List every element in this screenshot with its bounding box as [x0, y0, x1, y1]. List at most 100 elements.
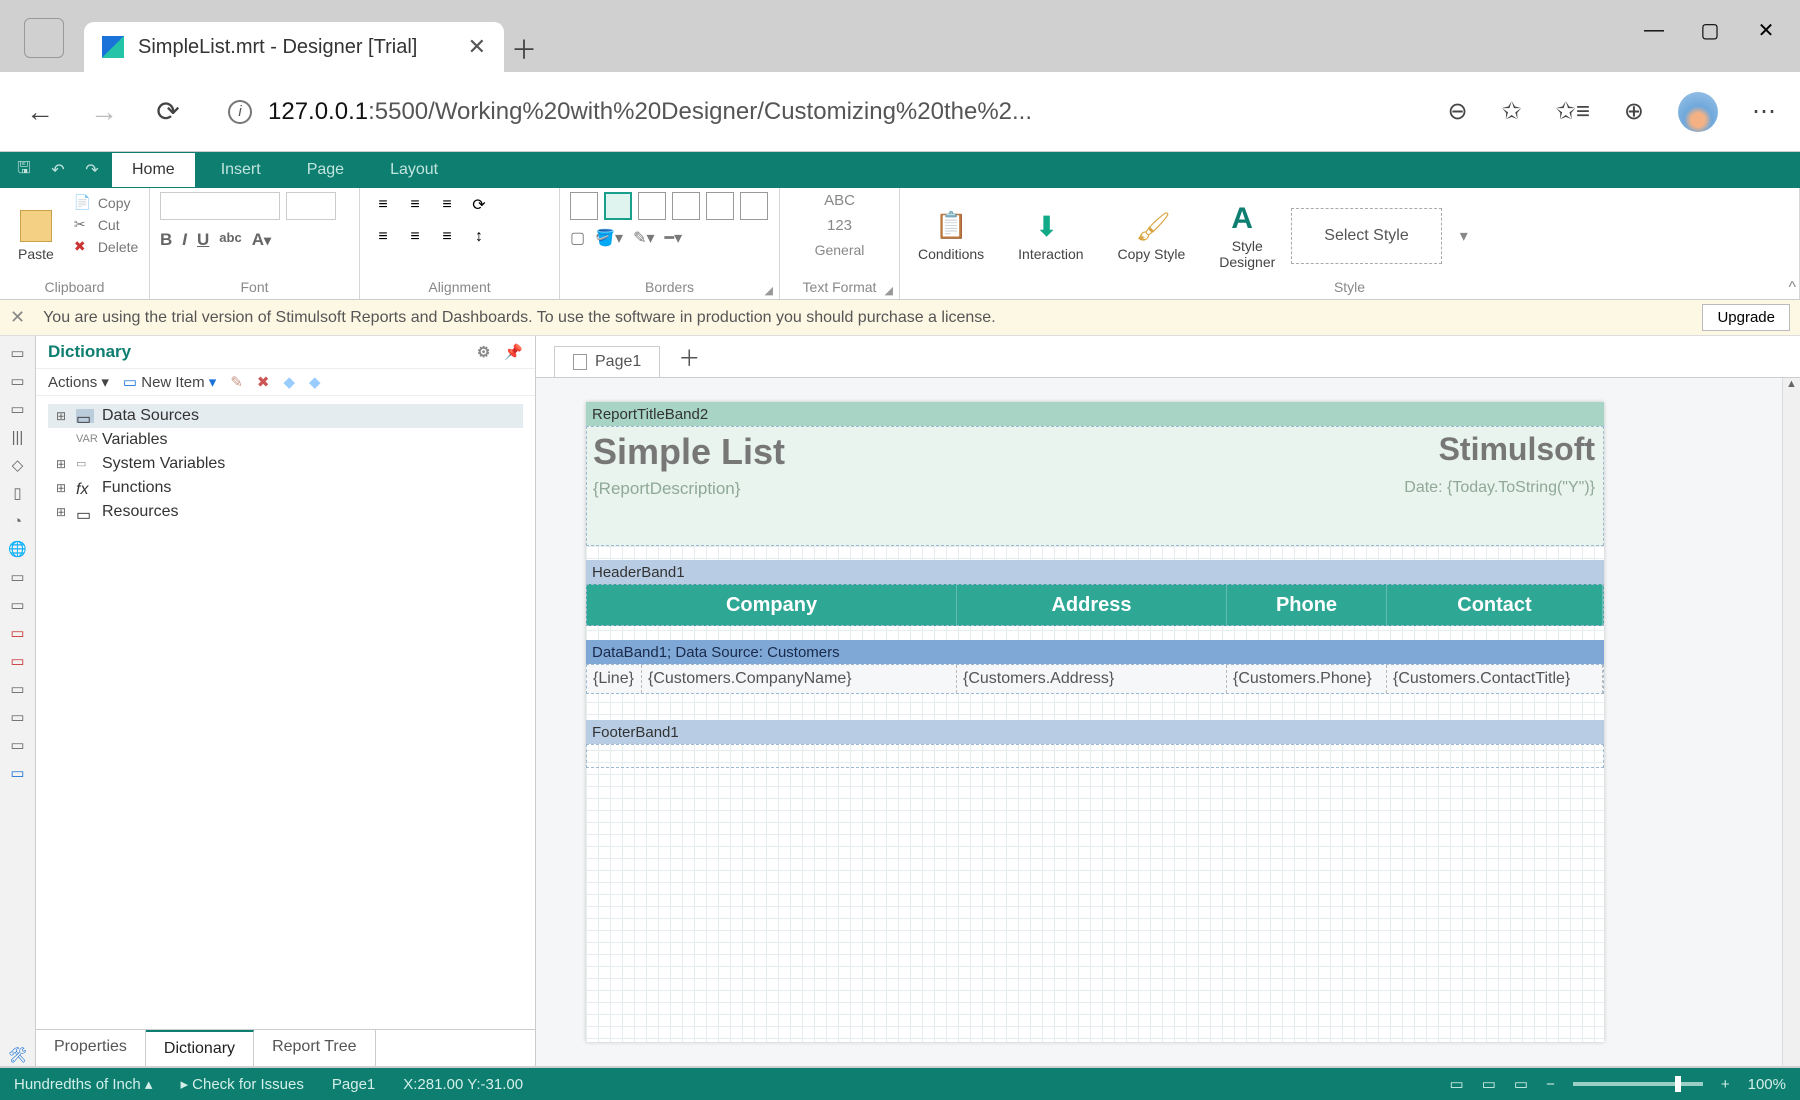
report-date-text[interactable]: Date: {Today.ToString("Y")} [1404, 479, 1595, 497]
border-color-button[interactable]: ✎▾ [633, 228, 654, 248]
toolbox-barcode-icon[interactable]: ||| [7, 426, 29, 448]
toolbox-pointer-icon[interactable]: ▭ [7, 342, 29, 364]
italic-button[interactable]: I [182, 230, 187, 250]
borders-launcher-icon[interactable]: ◢ [765, 284, 773, 297]
tab-properties[interactable]: Properties [36, 1030, 146, 1066]
data-band-label[interactable]: DataBand1; Data Source: Customers [586, 640, 1604, 664]
delete-item-icon[interactable]: ✖ [257, 373, 270, 391]
cut-button[interactable]: ✂Cut [70, 214, 142, 236]
browser-tab[interactable]: SimpleList.mrt - Designer [Trial] ✕ [84, 22, 504, 72]
status-icon-1[interactable]: ▭ [1450, 1075, 1464, 1093]
text-format-general[interactable]: General [815, 242, 865, 258]
maximize-icon[interactable]: ▢ [1696, 16, 1724, 44]
zoom-in-button[interactable]: + [1721, 1076, 1730, 1093]
header-address[interactable]: Address [957, 585, 1227, 625]
address-bar[interactable]: i 127.0.0.1:5500/Working%20with%20Design… [216, 98, 1416, 126]
strike-button[interactable]: abc [219, 230, 241, 250]
report-title-band-label[interactable]: ReportTitleBand2 [586, 402, 1604, 426]
toolbox-text-icon[interactable]: ▭ [7, 370, 29, 392]
close-banner-icon[interactable]: ✕ [10, 307, 25, 328]
border-grid[interactable] [570, 192, 769, 220]
back-button[interactable]: ← [24, 96, 56, 128]
status-icon-2[interactable]: ▭ [1482, 1075, 1496, 1093]
add-page-button[interactable]: ＋ [666, 337, 712, 377]
report-title-band[interactable]: Simple List Stimulsoft {ReportDescriptio… [586, 426, 1604, 546]
delete-button[interactable]: ✖Delete [70, 236, 142, 258]
dict-pin-icon[interactable]: 📌 [504, 343, 523, 361]
cell-address[interactable]: {Customers.Address} [957, 665, 1227, 693]
footer-band-label[interactable]: FooterBand1 [586, 720, 1604, 744]
zoom-slider[interactable] [1573, 1082, 1703, 1086]
header-phone[interactable]: Phone [1227, 585, 1387, 625]
check-issues-button[interactable]: ▸ Check for Issues [180, 1075, 303, 1093]
minimize-icon[interactable]: — [1640, 16, 1668, 44]
edit-icon[interactable]: ✎ [230, 373, 243, 391]
actions-dropdown[interactable]: Actions ▾ [48, 373, 109, 391]
tab-overview-button[interactable] [24, 18, 64, 58]
interaction-button[interactable]: ⬇Interaction [1010, 198, 1091, 274]
cell-line[interactable]: {Line} [587, 665, 642, 693]
tree-system-variables[interactable]: ⊞▭System Variables [48, 452, 523, 476]
close-window-icon[interactable]: ✕ [1752, 16, 1780, 44]
toolbox-zip-icon[interactable]: ▭ [7, 678, 29, 700]
new-item-dropdown[interactable]: ▭ New Item ▾ [123, 373, 216, 391]
toolbox-checkbox-icon[interactable]: ▭ [7, 622, 29, 644]
move-up-icon[interactable]: ◆ [283, 373, 295, 391]
page-tab-1[interactable]: Page1 [554, 346, 660, 377]
bold-button[interactable]: B [160, 230, 172, 250]
tree-resources[interactable]: ⊞▭Resources [48, 500, 523, 524]
header-contact[interactable]: Contact [1387, 585, 1603, 625]
data-band[interactable]: {Line} {Customers.CompanyName} {Customer… [586, 664, 1604, 694]
more-icon[interactable]: ⋯ [1752, 97, 1776, 126]
toolbox-image-icon[interactable]: ▭ [7, 398, 29, 420]
toolbox-subreport-icon[interactable]: ▭ [7, 650, 29, 672]
tree-variables[interactable]: VARVariables [48, 428, 523, 452]
paste-button[interactable]: Paste [10, 192, 62, 279]
tab-dictionary[interactable]: Dictionary [146, 1030, 254, 1066]
border-none-button[interactable]: ▢ [570, 228, 585, 248]
toolbox-table-icon[interactable]: ▭ [7, 706, 29, 728]
cell-contact[interactable]: {Customers.ContactTitle} [1387, 665, 1603, 693]
move-down-icon[interactable]: ◆ [309, 373, 321, 391]
toolbox-map-icon[interactable]: 🌐 [7, 538, 29, 560]
tree-functions[interactable]: ⊞fxFunctions [48, 476, 523, 500]
conditions-button[interactable]: 📋Conditions [910, 198, 992, 274]
toolbox-panel-icon[interactable]: ▭ [7, 566, 29, 588]
new-tab-button[interactable]: ＋ [504, 24, 544, 72]
redo-icon[interactable]: ↷ [78, 156, 106, 184]
profile-avatar[interactable] [1678, 92, 1718, 132]
toolbox-cross-icon[interactable]: ▭ [7, 734, 29, 756]
zoom-value[interactable]: 100% [1748, 1076, 1786, 1093]
alignment-grid[interactable]: ≡≡≡⟳ ≡≡≡↕ [370, 192, 492, 279]
select-style-button[interactable]: Select Style [1291, 208, 1441, 264]
footer-band[interactable] [586, 744, 1604, 768]
tab-insert[interactable]: Insert [201, 153, 281, 187]
tab-home[interactable]: Home [112, 153, 195, 187]
header-band[interactable]: Company Address Phone Contact [586, 584, 1604, 626]
toolbox-clone-icon[interactable]: ▭ [7, 594, 29, 616]
style-designer-button[interactable]: AStyle Designer [1211, 198, 1283, 274]
collections-icon[interactable]: ⊕ [1624, 97, 1644, 126]
units-dropdown[interactable]: Hundredths of Inch ▴ [14, 1075, 152, 1093]
favorites-bar-icon[interactable]: ✩≡ [1556, 97, 1590, 126]
design-surface[interactable]: ReportTitleBand2 Simple List Stimulsoft … [536, 378, 1782, 1066]
favorite-icon[interactable]: ✩ [1502, 97, 1522, 126]
report-brand-text[interactable]: Stimulsoft [1439, 431, 1595, 468]
forward-button[interactable]: → [88, 96, 120, 128]
textformat-launcher-icon[interactable]: ◢ [885, 284, 893, 297]
copy-style-button[interactable]: 🖌Copy Style [1110, 198, 1194, 274]
cell-phone[interactable]: {Customers.Phone} [1227, 665, 1387, 693]
copy-button[interactable]: 📄Copy [70, 192, 142, 214]
toolbox-gauge-icon[interactable]: ◔ [7, 510, 29, 532]
ribbon-collapse-icon[interactable]: ^ [1788, 279, 1796, 297]
cell-company[interactable]: {Customers.CompanyName} [642, 665, 957, 693]
undo-icon[interactable]: ↶ [44, 156, 72, 184]
dict-settings-icon[interactable]: ⚙ [477, 343, 490, 361]
fill-color-button[interactable]: 🪣▾ [595, 228, 623, 248]
tab-layout[interactable]: Layout [370, 153, 458, 187]
toolbox-rt-icon[interactable]: ▭ [7, 762, 29, 784]
font-color-button[interactable]: A▾ [252, 230, 271, 250]
toolbox-chart-icon[interactable]: ▯ [7, 482, 29, 504]
zoom-out-button[interactable]: − [1546, 1076, 1555, 1093]
toolbox-shape-icon[interactable]: ◇ [7, 454, 29, 476]
